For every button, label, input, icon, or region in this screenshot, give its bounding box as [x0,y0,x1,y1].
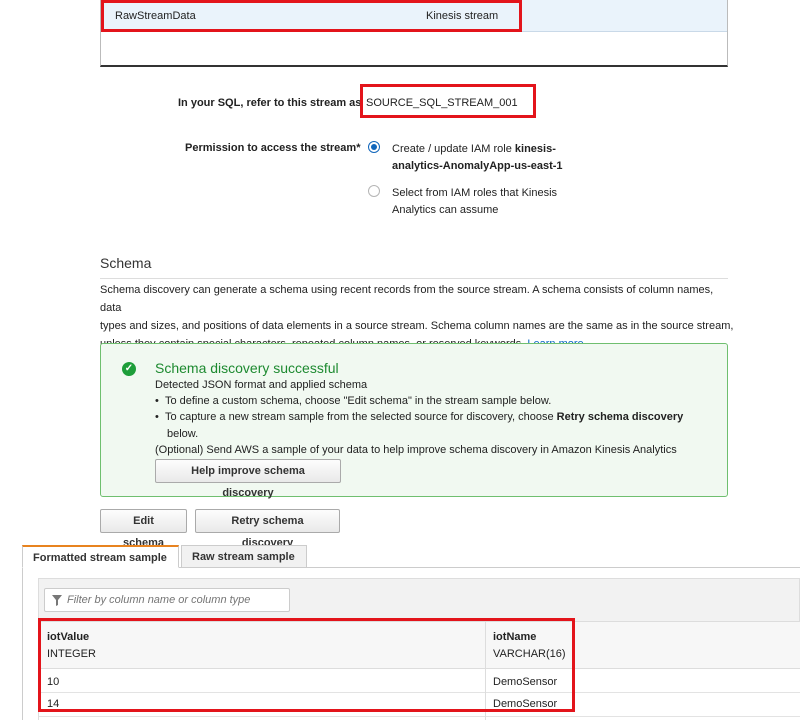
tab-formatted-stream-sample[interactable]: Formatted stream sample [22,545,179,568]
table-cell: DemoSensor [493,698,558,710]
source-stream-type: Kinesis stream [426,10,499,22]
filter-funnel-icon [52,595,62,606]
schema-desc-line2: types and sizes, and positions of data e… [100,320,734,332]
column-header-name[interactable]: iotName [493,631,536,643]
iam-role-name-part1: kinesis- [514,143,556,155]
radio-create-iam-role[interactable] [368,141,380,153]
success-title: Schema discovery successful [155,360,339,376]
column-filter-input[interactable] [65,592,285,608]
retry-schema-discovery-button[interactable]: Retry schema discovery [195,509,340,549]
success-detected-text: Detected JSON format and applied schema [155,379,368,391]
stream-ref-value: SOURCE_SQL_STREAM_001 [366,97,518,109]
schema-section-title: Schema [100,255,152,271]
schema-desc-line1: Schema discovery can generate a schema u… [100,284,714,314]
source-stream-name: RawStreamData [115,10,196,22]
schema-divider [100,278,728,279]
create-iam-role-option-label[interactable]: Create / update IAM role kinesis- analyt… [392,141,563,175]
stream-sample-grid: iotValue INTEGER iotName VARCHAR(16) 10 … [38,622,800,720]
tab-raw-stream-sample[interactable]: Raw stream sample [181,545,307,568]
iam-role-name-part2: analytics-AnomalyApp-us-east-1 [392,160,563,172]
edit-schema-button[interactable]: Edit schema [100,509,187,549]
success-bullet-2-cont: below. [167,428,199,440]
column-header-name[interactable]: iotValue [47,631,89,643]
column-separator [485,622,486,720]
column-header-type: VARCHAR(16) [493,648,566,660]
table-row: 10 DemoSensor [39,670,800,693]
select-iam-role-line1: Select from IAM roles that Kinesis [392,187,558,199]
column-filter-field[interactable] [44,588,290,612]
table-row: 14 DemoSensor [39,694,800,717]
grid-header-row: iotValue INTEGER iotName VARCHAR(16) [39,622,800,669]
success-bullet-1: • To define a custom schema, choose "Edi… [155,395,552,407]
bullet2-text: To capture a new stream sample from the … [164,411,557,423]
table-cell: DemoSensor [493,676,558,688]
select-iam-role-option-label[interactable]: Select from IAM roles that Kinesis Analy… [392,185,557,219]
column-header-type: INTEGER [47,648,96,660]
success-check-icon: ✓ [122,362,136,376]
success-optional-text: (Optional) Send AWS a sample of your dat… [155,444,677,456]
bullet1-text: To define a custom schema, choose "Edit … [164,395,552,407]
success-bullet-2: • To capture a new stream sample from th… [155,411,684,423]
source-stream-table: RawStreamData Kinesis stream [100,0,728,67]
help-improve-schema-button[interactable]: Help improve schema discovery [155,459,341,499]
bullet2-bold: Retry schema discovery [556,411,684,423]
create-iam-role-text: Create / update IAM role [392,143,515,155]
radio-select-iam-role[interactable] [368,185,380,197]
table-cell: 10 [47,676,60,688]
source-stream-row-selected[interactable]: RawStreamData Kinesis stream [101,0,727,32]
table-cell: 14 [47,698,60,710]
stream-ref-label: In your SQL, refer to this stream as [178,97,362,109]
permission-label: Permission to access the stream* [185,142,361,154]
select-iam-role-line2: Analytics can assume [392,204,499,216]
